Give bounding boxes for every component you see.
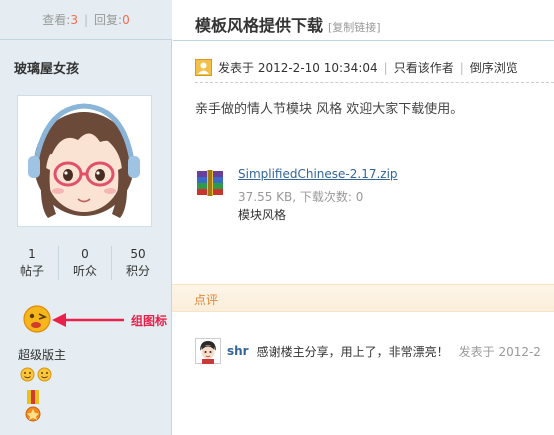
avatar-image (18, 96, 151, 226)
avatar[interactable] (17, 95, 152, 227)
stat-points[interactable]: 50 积分 (111, 246, 164, 280)
copy-link-button[interactable]: [复制链接] (328, 19, 381, 35)
group-icon (23, 305, 51, 333)
comment-text: 感谢楼主分享，用上了，非常漂亮！ (256, 344, 449, 359)
stat-posts[interactable]: 1 帖子 (6, 246, 58, 280)
author-rank: 超级版主 (18, 348, 67, 362)
comments-label: 点评 (194, 293, 219, 307)
stat-label: 帖子 (19, 264, 44, 278)
stat-value: 50 (130, 247, 146, 261)
author-stats: 1 帖子 0 听众 50 积分 (6, 246, 164, 280)
replies-label: 回复: (94, 13, 123, 27)
attachment-description: 模块风格 (238, 208, 287, 222)
archive-file-icon[interactable] (195, 167, 225, 197)
author-name[interactable]: 玻璃屋女孩 (14, 58, 79, 77)
thread-stats: 查看: 3 | 回复: 0 (0, 0, 172, 40)
attachment: SimplifiedChinese-2.17.zip 37.55 KB, 下载次… (195, 166, 398, 224)
reverse-order-link[interactable]: 倒序浏览 (470, 59, 518, 76)
attachment-info: SimplifiedChinese-2.17.zip 37.55 KB, 下载次… (238, 166, 398, 224)
post-content: 亲手做的情人节模块 风格 欢迎大家下载使用。 (195, 102, 464, 117)
meta-divider-line (195, 82, 554, 83)
author-only-link[interactable]: 只看该作者 (394, 59, 454, 76)
meta-divider: | (459, 60, 464, 75)
post-meta: 发表于 2012-2-10 10:34:04 | 只看该作者 | 倒序浏览 (195, 59, 518, 76)
annotation-arrow-icon (52, 313, 124, 327)
annotation-label: 组图标 (131, 314, 168, 328)
views-count: 3 (70, 12, 78, 27)
comment-username-link[interactable]: shr (227, 344, 249, 358)
stat-value: 0 (81, 247, 89, 261)
stat-label: 听众 (72, 264, 97, 278)
stat-followers[interactable]: 0 听众 (58, 246, 111, 280)
stats-divider: | (83, 12, 89, 27)
rank-stars (20, 367, 52, 382)
thread-title-row: 模板风格提供下载 [复制链接] (195, 12, 381, 36)
stat-value: 1 (28, 247, 36, 261)
meta-divider: | (383, 60, 388, 75)
title-divider (173, 40, 554, 41)
comment-time: 发表于 2012-2 (458, 344, 541, 359)
smiley-icon (20, 367, 35, 382)
medal-icon (25, 390, 41, 422)
post-area: 模板风格提供下载 [复制链接] 发表于 2012-2-10 10:34:04 |… (173, 0, 554, 435)
attachment-filename-link[interactable]: SimplifiedChinese-2.17.zip (238, 166, 398, 183)
attachment-size: 37.55 KB, 下载次数: 0 (238, 190, 364, 204)
smiley-icon (37, 367, 52, 382)
online-status-icon (195, 59, 212, 76)
replies-count: 0 (122, 12, 130, 27)
comment-avatar[interactable] (195, 338, 221, 364)
comments-header: 点评 (172, 284, 554, 312)
thread-title: 模板风格提供下载 (195, 16, 324, 35)
views-label: 查看: (42, 13, 71, 27)
post-time: 发表于 2012-2-10 10:34:04 (218, 61, 378, 75)
comment-item: shr 感谢楼主分享，用上了，非常漂亮！ 发表于 2012-2 (195, 338, 541, 364)
stat-label: 积分 (125, 264, 150, 278)
